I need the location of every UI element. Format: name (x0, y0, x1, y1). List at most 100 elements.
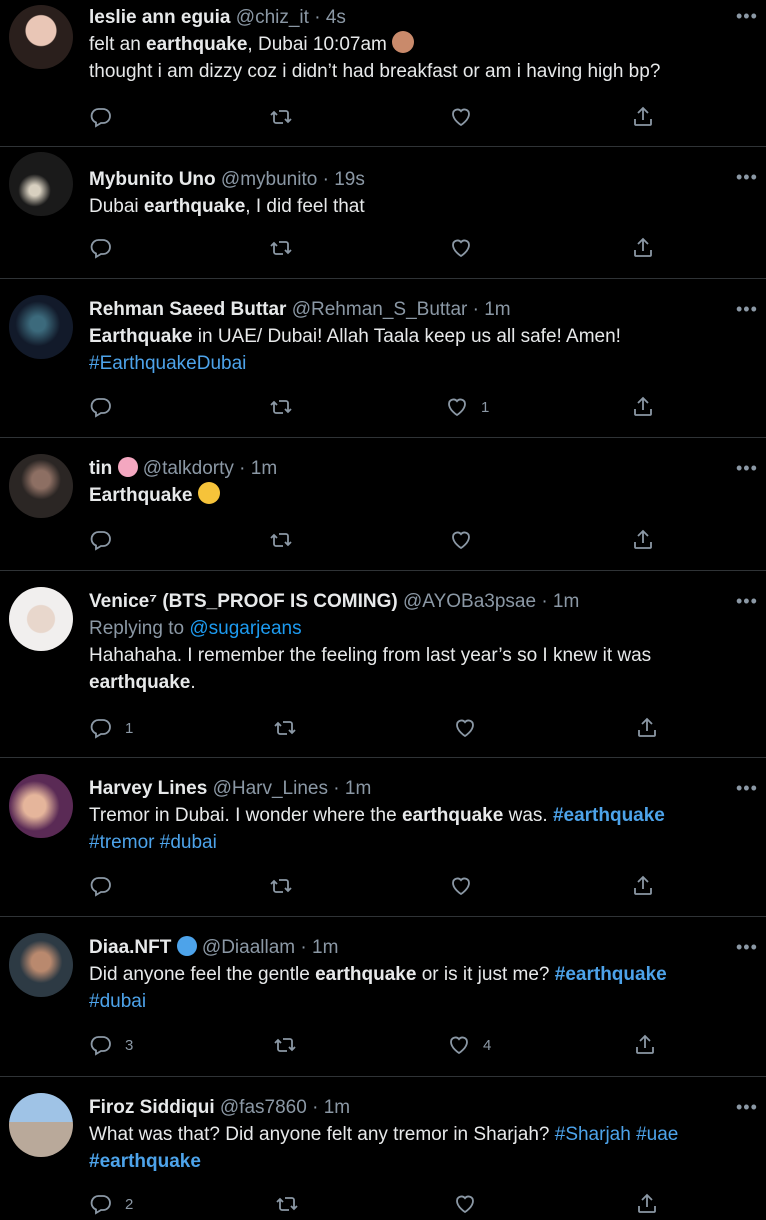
like-button[interactable]: 4 (447, 1030, 491, 1060)
share-icon (631, 105, 655, 129)
tweet-actions: 1 (89, 713, 669, 743)
tweet[interactable]: Rehman Saeed Buttar @Rehman_S_Buttar · 1… (0, 279, 766, 438)
share-button[interactable] (631, 392, 655, 422)
share-button[interactable] (631, 102, 655, 132)
tweet[interactable]: Firoz Siddiqui @fas7860 · 1m What was th… (0, 1077, 766, 1220)
timestamp[interactable]: 4s (326, 7, 346, 28)
retweet-button[interactable] (269, 102, 293, 132)
timestamp[interactable]: 19s (334, 169, 365, 190)
reply-button[interactable] (89, 871, 125, 901)
hashtag-link[interactable]: #uae (636, 1124, 678, 1145)
share-icon (631, 395, 655, 419)
share-button[interactable] (631, 233, 655, 263)
tweet[interactable]: Venice⁷ (BTS_PROOF IS COMING) @AYOBa3psa… (0, 571, 766, 758)
tweet[interactable]: Diaa.NFT @Diaallam · 1m Did anyone feel … (0, 917, 766, 1077)
reply-button[interactable]: 2 (89, 1189, 133, 1219)
author-handle[interactable]: @fas7860 (220, 1097, 307, 1118)
reply-button[interactable]: 1 (89, 713, 133, 743)
avatar[interactable] (9, 5, 73, 69)
like-button[interactable] (453, 1189, 489, 1219)
tweet[interactable]: tin @talkdorty · 1m Earthquake ••• (0, 438, 766, 571)
like-button[interactable] (449, 233, 485, 263)
reply-button[interactable] (89, 102, 125, 132)
reply-button[interactable]: 3 (89, 1030, 133, 1060)
author-name[interactable]: Venice⁷ (BTS_PROOF IS COMING) (89, 591, 398, 612)
retweet-button[interactable] (269, 233, 293, 263)
retweet-button[interactable] (273, 713, 297, 743)
share-button[interactable] (635, 1189, 659, 1219)
more-icon[interactable]: ••• (736, 1098, 760, 1116)
avatar[interactable] (9, 152, 73, 216)
retweet-button[interactable] (269, 392, 293, 422)
share-button[interactable] (635, 713, 659, 743)
more-icon[interactable]: ••• (736, 7, 760, 25)
author-handle[interactable]: @mybunito (221, 169, 317, 190)
author-name[interactable]: tin (89, 458, 112, 479)
author-name[interactable]: Harvey Lines (89, 778, 207, 799)
timestamp[interactable]: 1m (484, 299, 510, 320)
author-name[interactable]: leslie ann eguia (89, 7, 231, 28)
like-button[interactable] (449, 102, 485, 132)
timestamp[interactable]: 1m (251, 458, 277, 479)
flower-emoji-icon (117, 457, 138, 477)
heart-icon (445, 395, 469, 419)
hashtag-link[interactable]: #dubai (89, 991, 146, 1012)
author-handle[interactable]: @Rehman_S_Buttar (292, 299, 468, 320)
reply-button[interactable] (89, 525, 125, 555)
avatar[interactable] (9, 587, 73, 651)
tweet[interactable]: Harvey Lines @Harv_Lines · 1m Tremor in … (0, 758, 766, 917)
like-button[interactable] (453, 713, 489, 743)
hashtag-link[interactable]: #earthquake (89, 1151, 201, 1172)
retweet-button[interactable] (269, 525, 293, 555)
share-button[interactable] (631, 871, 655, 901)
avatar[interactable] (9, 933, 73, 997)
author-name[interactable]: Rehman Saeed Buttar (89, 299, 286, 320)
timestamp[interactable]: 1m (553, 591, 579, 612)
more-icon[interactable]: ••• (736, 300, 760, 318)
tweet-actions: 2 (89, 1189, 669, 1219)
like-button[interactable] (449, 871, 485, 901)
hashtag-link[interactable]: #tremor (89, 832, 154, 853)
retweet-button[interactable] (275, 1189, 299, 1219)
more-icon[interactable]: ••• (736, 938, 760, 956)
tweet[interactable]: leslie ann eguia @chiz_it · 4s felt an e… (0, 0, 766, 147)
author-handle[interactable]: @AYOBa3psae (403, 591, 536, 612)
tweet-text: Tremor in Dubai. I wonder where the eart… (89, 805, 665, 853)
avatar[interactable] (9, 774, 73, 838)
author-name[interactable]: Diaa.NFT (89, 937, 171, 958)
author-handle[interactable]: @chiz_it (236, 7, 309, 28)
tweet-actions (89, 525, 669, 555)
hashtag-link[interactable]: #earthquake (555, 964, 667, 985)
like-button[interactable]: 1 (445, 392, 489, 422)
more-icon[interactable]: ••• (736, 168, 760, 186)
author-handle[interactable]: @talkdorty (143, 458, 234, 479)
timestamp[interactable]: 1m (312, 937, 338, 958)
timestamp[interactable]: 1m (345, 778, 371, 799)
retweet-button[interactable] (269, 871, 293, 901)
share-button[interactable] (631, 525, 655, 555)
hashtag-link[interactable]: #Sharjah (555, 1124, 631, 1145)
more-icon[interactable]: ••• (736, 459, 760, 477)
avatar[interactable] (9, 1093, 73, 1157)
timestamp[interactable]: 1m (324, 1097, 350, 1118)
hashtag-link[interactable]: #earthquake (553, 805, 665, 826)
reply-button[interactable] (89, 233, 125, 263)
avatar[interactable] (9, 454, 73, 518)
retweet-button[interactable] (273, 1030, 297, 1060)
hashtag-link[interactable]: #EarthquakeDubai (89, 353, 246, 374)
author-handle[interactable]: @Diaallam (202, 937, 295, 958)
share-icon (631, 874, 655, 898)
avatar[interactable] (9, 295, 73, 359)
author-handle[interactable]: @Harv_Lines (213, 778, 328, 799)
like-button[interactable] (449, 525, 485, 555)
hashtag-link[interactable]: #dubai (160, 832, 217, 853)
author-name[interactable]: Mybunito Uno (89, 169, 216, 190)
more-icon[interactable]: ••• (736, 779, 760, 797)
share-button[interactable] (633, 1030, 657, 1060)
replying-to-link[interactable]: @sugarjeans (189, 618, 301, 639)
author-name[interactable]: Firoz Siddiqui (89, 1097, 215, 1118)
tweet[interactable]: Mybunito Uno @mybunito · 19s Dubai earth… (0, 147, 766, 279)
more-icon[interactable]: ••• (736, 592, 760, 610)
share-icon (631, 528, 655, 552)
reply-button[interactable] (89, 392, 125, 422)
